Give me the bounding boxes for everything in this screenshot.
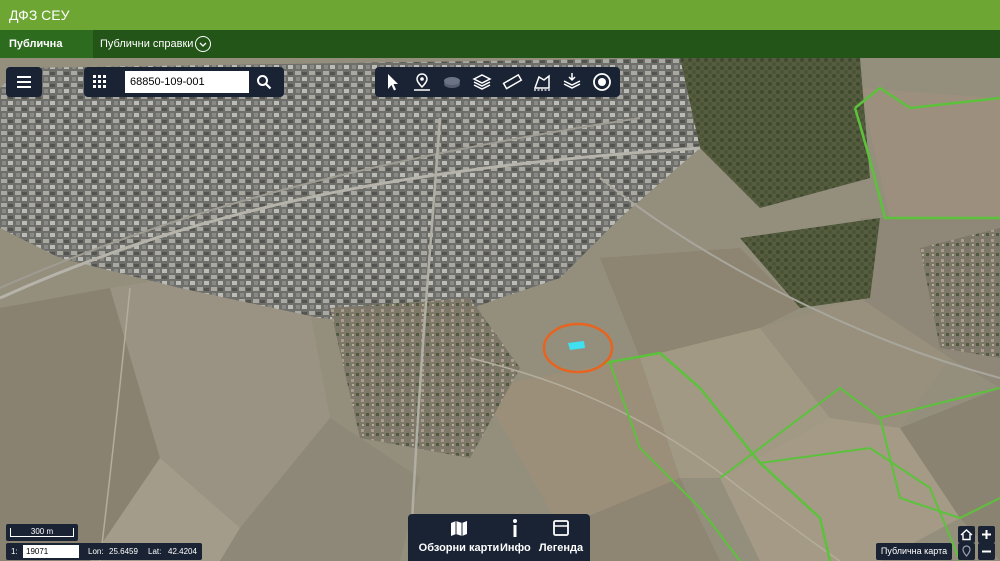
select-arrow-icon[interactable] <box>381 71 403 93</box>
zoom-in-button[interactable] <box>978 526 995 543</box>
map-icon <box>451 521 467 536</box>
info-icon <box>513 519 517 537</box>
zoom-out-button[interactable] <box>978 543 995 560</box>
info-button[interactable]: Инфо <box>500 517 531 558</box>
scale-ratio-input[interactable]: 19071 <box>23 545 79 558</box>
area-measure-icon[interactable] <box>531 71 553 93</box>
overview-maps-label: Обзорни карти <box>418 542 500 554</box>
legend-button[interactable]: Легенда <box>536 517 586 558</box>
bottom-panel: Обзорни карти Инфо Легенда <box>408 514 590 561</box>
plus-icon <box>982 530 991 539</box>
scale-bar: 300 m <box>10 528 74 537</box>
basemap-label[interactable]: Публична карта <box>876 543 952 560</box>
menu-button[interactable] <box>6 67 42 97</box>
search-icon[interactable] <box>256 74 272 90</box>
scale-ratio-prefix: 1: <box>11 547 18 556</box>
lon-value: 25.6459 <box>109 547 138 556</box>
location-pin-icon[interactable] <box>411 71 433 93</box>
overview-maps-button[interactable]: Обзорни карти <box>416 517 502 558</box>
app-title: ДФЗ СЕУ <box>9 7 70 23</box>
coordinates-panel: 1: 19071 Lon: 25.6459 Lat: 42.4204 <box>6 543 202 560</box>
scale-bar-panel: 300 m <box>6 524 78 541</box>
app-header: ДФЗ СЕУ <box>0 0 1000 30</box>
legend-label: Легенда <box>538 542 584 554</box>
legend-icon <box>553 520 569 536</box>
layers-dim-icon[interactable] <box>441 71 463 93</box>
info-label: Инфо <box>500 542 531 554</box>
minus-icon <box>982 550 991 553</box>
nav-bar: Публична карта Публични справки <box>0 30 1000 78</box>
location-marker-icon <box>962 545 971 557</box>
home-icon <box>960 529 973 541</box>
locate-button[interactable] <box>958 543 975 560</box>
chevron-down-icon[interactable] <box>195 36 211 52</box>
lat-value: 42.4204 <box>168 547 197 556</box>
download-layers-icon[interactable] <box>561 71 583 93</box>
grid-icon[interactable] <box>92 74 108 90</box>
search-panel <box>84 67 284 97</box>
target-icon[interactable] <box>591 71 613 93</box>
tab-public-reports[interactable]: Публични справки <box>100 30 193 58</box>
satellite-imagery <box>0 58 1000 561</box>
stack-layers-icon[interactable] <box>471 71 493 93</box>
tools-toolbar <box>375 67 620 97</box>
home-button[interactable] <box>958 526 975 543</box>
search-input[interactable] <box>125 71 249 93</box>
tab-public-map[interactable]: Публична карта <box>0 30 93 78</box>
ruler-icon[interactable] <box>501 71 523 93</box>
map-view[interactable]: Обзорни карти Инфо Легенда 300 m 1: 1907… <box>0 58 1000 561</box>
lon-label: Lon: <box>88 547 104 556</box>
hamburger-icon <box>17 76 31 88</box>
lat-label: Lat: <box>148 547 162 556</box>
